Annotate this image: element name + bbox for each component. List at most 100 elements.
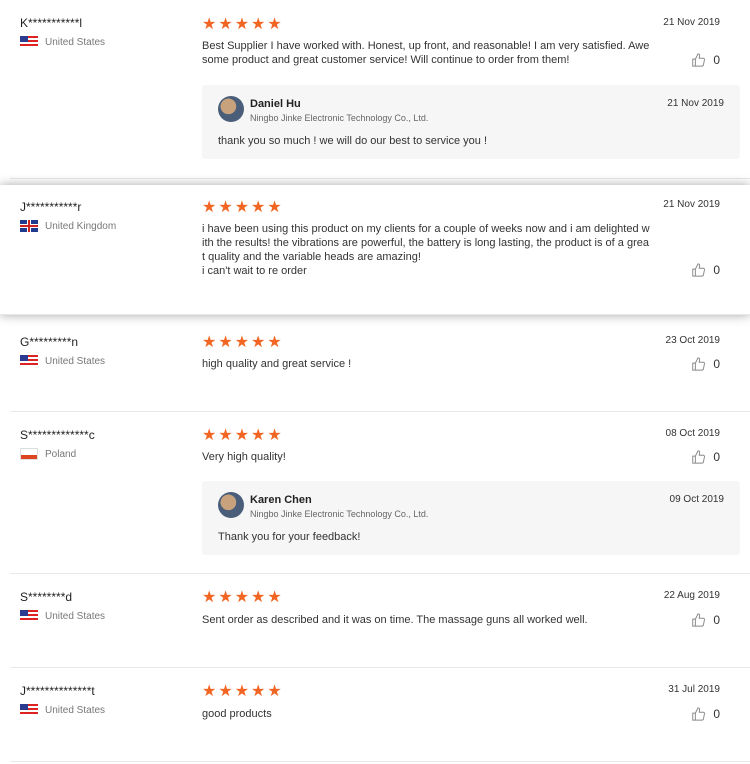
thumbs-up-icon (692, 613, 706, 627)
star-icon: ★ (267, 683, 282, 700)
rating-stars: ★ ★ ★ ★ ★ (202, 335, 282, 351)
star-icon: ★ (202, 683, 217, 700)
like-count: 0 (713, 53, 720, 67)
country-label: United States (45, 355, 106, 367)
star-icon: ★ (218, 16, 233, 33)
reviewer-name: G*********n (20, 335, 79, 349)
star-icon: ★ (218, 589, 233, 606)
review-text: Sent order as described and it was on ti… (202, 614, 588, 626)
star-icon: ★ (234, 683, 250, 700)
star-icon: ★ (267, 199, 282, 216)
reply-company: Ningbo Jinke Electronic Technology Co., … (250, 509, 429, 519)
reviewer-country: United States (20, 704, 105, 716)
country-label: United States (45, 704, 106, 716)
us-flag-icon (20, 704, 38, 716)
reviewer-country: Poland (20, 448, 76, 460)
star-icon: ★ (267, 589, 282, 606)
star-icon: ★ (251, 199, 266, 216)
like-count: 0 (713, 613, 720, 627)
rating-stars: ★ ★ ★ ★ ★ (202, 428, 282, 444)
us-flag-icon (20, 36, 38, 48)
review-date: 23 Oct 2019 (665, 335, 720, 346)
star-icon: ★ (218, 199, 233, 216)
reply-date: 21 Nov 2019 (667, 98, 724, 109)
star-icon: ★ (251, 16, 266, 33)
country-label: Poland (45, 448, 77, 460)
review-item: S*************c Poland ★ ★ ★ ★ ★ 08 Oct 2019… (10, 412, 750, 574)
reviewer-country: United States (20, 355, 105, 367)
star-icon: ★ (202, 589, 217, 606)
rating-stars: ★ ★ ★ ★ ★ (202, 684, 282, 700)
star-icon: ★ (202, 199, 217, 216)
seller-reply: Karen Chen Ningbo Jinke Electronic Techn… (202, 481, 740, 555)
star-icon: ★ (251, 334, 266, 351)
review-item: S********d United States ★ ★ ★ ★ ★ 22 Aug 20… (10, 574, 750, 668)
like-count: 0 (713, 707, 720, 721)
reply-text: Thank you for your feedback! (218, 531, 361, 543)
review-text: Best Supplier I have worked with. Honest… (202, 40, 650, 66)
seller-reply: Daniel Hu Ningbo Jinke Electronic Techno… (202, 85, 740, 159)
us-flag-icon (20, 610, 38, 622)
star-icon: ★ (218, 427, 233, 444)
star-icon: ★ (251, 589, 266, 606)
reviewer-name: J***********r (20, 200, 82, 214)
star-icon: ★ (234, 427, 250, 444)
star-icon: ★ (267, 16, 282, 33)
star-icon: ★ (202, 334, 217, 351)
review-item: G*********n United States ★ ★ ★ ★ ★ 23 Oct 2… (10, 323, 750, 412)
star-icon: ★ (218, 683, 233, 700)
reviewer-name: S********d (20, 590, 73, 604)
reviewer-name: J**************t (20, 684, 95, 698)
review-item: J**************t United States ★ ★ ★ ★ ★ 31 … (10, 668, 750, 762)
reply-company: Ningbo Jinke Electronic Technology Co., … (250, 113, 429, 123)
review-date: 08 Oct 2019 (665, 428, 720, 439)
like-count: 0 (713, 450, 720, 464)
reply-author: Daniel Hu (250, 98, 301, 110)
rating-stars: ★ ★ ★ ★ ★ (202, 590, 282, 606)
star-icon: ★ (251, 683, 266, 700)
reviewer-country: United States (20, 36, 105, 48)
reply-author: Karen Chen (250, 494, 312, 506)
like-button[interactable]: 0 (691, 707, 720, 721)
reply-text: thank you so much ! we will do our best … (218, 135, 488, 147)
star-icon: ★ (202, 16, 217, 33)
thumbs-up-icon (692, 707, 706, 721)
like-count: 0 (713, 357, 720, 371)
reply-date: 09 Oct 2019 (669, 494, 724, 505)
like-button[interactable]: 0 (691, 263, 720, 277)
uk-flag-icon (20, 220, 38, 232)
rating-stars: ★ ★ ★ ★ ★ (202, 17, 282, 33)
star-icon: ★ (267, 427, 282, 444)
star-icon: ★ (267, 334, 282, 351)
like-button[interactable]: 0 (691, 450, 720, 464)
review-text: i have been using this product on my cli… (202, 223, 650, 277)
avatar (218, 492, 244, 518)
like-button[interactable]: 0 (691, 53, 720, 67)
review-date: 31 Jul 2019 (668, 684, 720, 695)
star-icon: ★ (234, 199, 250, 216)
review-date: 21 Nov 2019 (663, 17, 720, 28)
thumbs-up-icon (692, 357, 706, 371)
star-icon: ★ (251, 427, 266, 444)
star-icon: ★ (202, 427, 217, 444)
review-date: 21 Nov 2019 (663, 199, 720, 210)
review-date: 22 Aug 2019 (663, 590, 720, 601)
review-text: high quality and great service ! (202, 358, 352, 370)
reviewer-name: S*************c (20, 428, 95, 442)
reviewer-country: United States (20, 610, 105, 622)
reviewer-country: United Kingdom (20, 220, 116, 232)
poland-flag-icon (20, 448, 38, 460)
like-button[interactable]: 0 (691, 613, 720, 627)
star-icon: ★ (234, 16, 250, 33)
rating-stars: ★ ★ ★ ★ ★ (202, 200, 282, 216)
avatar (218, 96, 244, 122)
us-flag-icon (20, 355, 38, 367)
review-item: K***********l United States ★ ★ ★ ★ ★ 21 Nov… (10, 16, 750, 179)
review-text: Very high quality! (202, 451, 286, 463)
star-icon: ★ (234, 334, 250, 351)
star-icon: ★ (218, 334, 233, 351)
thumbs-up-icon (692, 263, 706, 277)
like-button[interactable]: 0 (691, 357, 720, 371)
review-text: good products (202, 708, 272, 720)
review-item: J***********r United Kingdom ★ ★ ★ ★ ★ 21 No… (0, 185, 750, 315)
